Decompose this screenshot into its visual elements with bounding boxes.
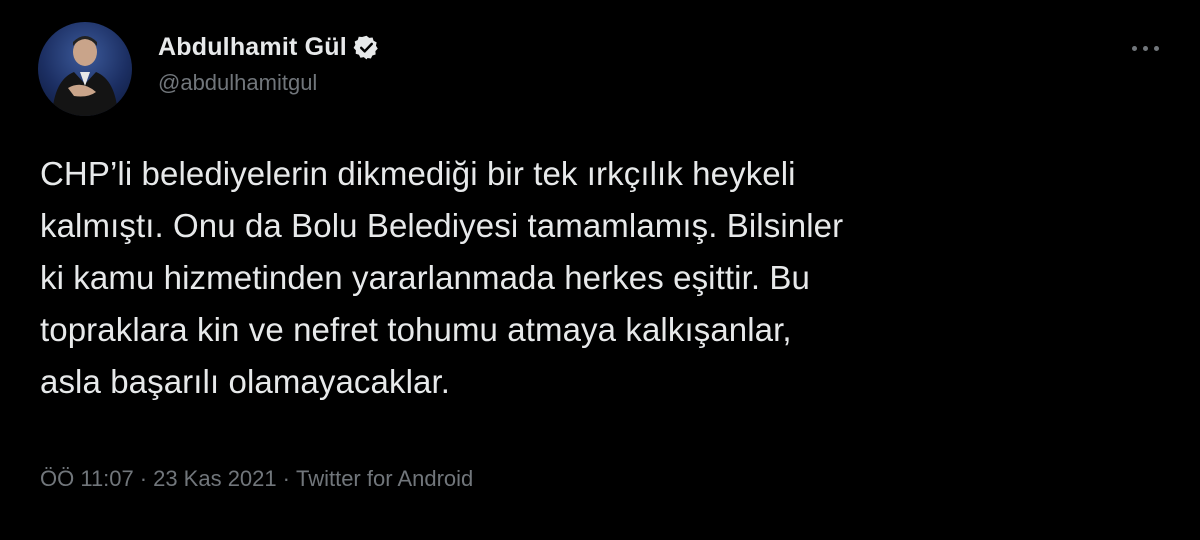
tweet-text-line: topraklara kin ve nefret tohumu atmaya k… [40, 311, 792, 348]
avatar-image [52, 36, 118, 116]
tweet-source[interactable]: Twitter for Android [296, 466, 473, 491]
author-avatar[interactable] [38, 22, 132, 116]
tweet-date[interactable]: 23 Kas 2021 [153, 466, 277, 491]
more-dot [1142, 45, 1148, 51]
tweet-text-line: CHP’li belediyelerin dikmediği bir tek ı… [40, 155, 796, 192]
tweet-time[interactable]: ÖÖ 11:07 [40, 466, 134, 491]
tweet-text-line: asla başarılı olamayacaklar. [40, 363, 450, 400]
tweet-text-line: kalmıştı. Onu da Bolu Belediyesi tamamla… [40, 207, 844, 244]
author-info: Abdulhamit Gül @abdulhamitgul [158, 30, 380, 96]
author-handle[interactable]: @abdulhamitgul [158, 70, 380, 96]
more-dot [1153, 45, 1159, 51]
more-options-icon[interactable] [1124, 36, 1166, 60]
tweet-text-line: ki kamu hizmetinden yararlanmada herkes … [40, 259, 810, 296]
author-display-name[interactable]: Abdulhamit Gül [158, 33, 347, 62]
tweet-text: CHP’li belediyelerin dikmediği bir tek ı… [40, 148, 1170, 408]
tweet-card: Abdulhamit Gül @abdulhamitgul CHP’li bel… [0, 0, 1200, 540]
meta-separator: · [139, 466, 148, 491]
more-dot [1131, 45, 1137, 51]
meta-separator: · [282, 466, 290, 491]
verified-badge-icon [353, 34, 380, 61]
author-name-row: Abdulhamit Gül [158, 30, 380, 64]
tweet-meta: ÖÖ 11:07 · 23 Kas 2021 · Twitter for Android [40, 466, 473, 492]
